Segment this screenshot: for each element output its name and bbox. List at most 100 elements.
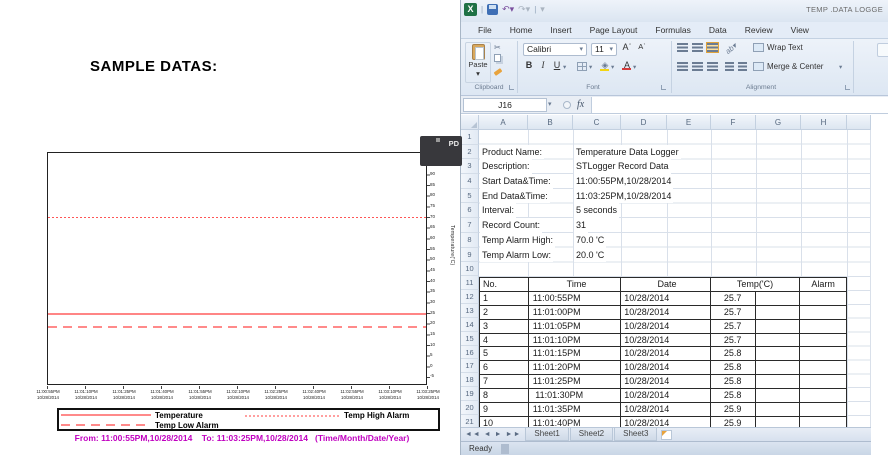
cell-alarm[interactable] [800,389,846,402]
cell-no[interactable]: 5 [480,347,529,360]
cell-temp[interactable]: 25.7 [711,334,756,347]
cell-empty[interactable] [756,375,801,388]
ribbon-tab[interactable]: Formulas [646,23,699,38]
formula-input[interactable] [591,97,888,113]
ribbon-tab[interactable]: Review [736,23,782,38]
column-header[interactable]: F [711,115,756,130]
cell-temp[interactable]: 25.8 [711,347,756,360]
italic-button[interactable]: I [537,60,549,70]
cell-empty[interactable] [756,292,801,305]
column-header[interactable]: B [528,115,573,130]
chevron-down-icon[interactable]: ▾ [548,100,552,108]
insert-worksheet-icon[interactable] [661,430,672,440]
ribbon-tab[interactable]: Home [501,23,542,38]
cell-no[interactable]: 6 [480,361,529,374]
cell-date[interactable]: 10/28/2014 [621,320,711,333]
font-dialog-launcher[interactable] [661,85,666,90]
ribbon-tab[interactable]: Insert [541,23,580,38]
bold-button[interactable]: B [523,60,535,70]
cell-alarm[interactable] [800,292,846,305]
fill-color-button[interactable]: ◈ [599,60,611,71]
cell-empty[interactable] [756,403,801,416]
cell-time[interactable]: 11:00:55PM [529,292,622,305]
cell-time[interactable]: 11:01:25PM [529,375,622,388]
font-size-combo[interactable]: 11▾ [591,43,617,56]
chevron-down-icon[interactable]: ▾ [839,63,842,71]
cell-time[interactable]: 11:01:10PM [529,334,622,347]
orientation-button[interactable]: ab▾ [724,41,739,56]
row-header[interactable]: 1 [461,130,479,145]
cell-temp[interactable]: 25.8 [711,375,756,388]
chevron-down-icon[interactable]: ▾ [611,63,614,71]
cell-temp[interactable]: 25.7 [711,320,756,333]
row-header[interactable]: 11 [461,276,479,290]
cell-empty[interactable] [756,417,801,427]
cell-no[interactable]: 3 [480,320,529,333]
sheet-tab[interactable]: Sheet1 [525,428,568,441]
customize-qat-icon[interactable]: ▾ [540,4,545,15]
merge-center-button[interactable]: Merge & Center [767,62,823,71]
clipped-ribbon-button[interactable] [877,43,888,57]
cell-no[interactable]: 4 [480,334,529,347]
row-header[interactable]: 15 [461,332,479,346]
redo-icon[interactable]: ↷▾ [518,4,530,15]
cell-alarm[interactable] [800,306,846,319]
row-header[interactable]: 9 [461,248,479,263]
cell-time[interactable]: 11:01:35PM [529,403,622,416]
middle-align-button[interactable] [692,43,703,52]
cell-alarm[interactable] [800,320,846,333]
cell-alarm[interactable] [800,403,846,416]
table-row[interactable]: 6 11:01:20PM 10/28/2014 25.8 [480,361,846,375]
row-header[interactable]: 19 [461,387,479,401]
excel-logo-icon[interactable]: X [464,3,477,16]
cell-date[interactable]: 10/28/2014 [621,306,711,319]
cell-date[interactable]: 10/28/2014 [621,334,711,347]
name-box[interactable]: J16 [463,98,547,112]
table-row[interactable]: 9 11:01:35PM 10/28/2014 25.9 [480,403,846,417]
increase-indent-button[interactable] [738,62,747,71]
chevron-down-icon[interactable]: ▾ [563,63,566,71]
cell-alarm[interactable] [800,417,846,427]
font-color-button[interactable]: A [621,60,633,70]
row-header[interactable]: 18 [461,373,479,387]
table-row[interactable]: 7 11:01:25PM 10/28/2014 25.8 [480,375,846,389]
select-all-corner[interactable] [461,115,479,130]
cell-alarm[interactable] [800,347,846,360]
bottom-align-button[interactable] [707,43,718,52]
cell-empty[interactable] [756,320,801,333]
ribbon-tab[interactable]: Page Layout [581,23,647,38]
fx-icon[interactable]: fx [577,99,584,110]
cell-no[interactable]: 8 [480,389,529,402]
undo-icon[interactable]: ↶▾ [502,4,514,15]
cell-no[interactable]: 7 [480,375,529,388]
table-row[interactable]: 8 11:01:30PM 10/28/2014 25.8 [480,389,846,403]
borders-button[interactable] [577,62,587,71]
sheet-nav-buttons[interactable]: ◄◄ ◄ ► ►► [461,431,525,438]
column-header[interactable]: C [573,115,621,130]
row-header[interactable]: 20 [461,401,479,415]
row-header[interactable]: 10 [461,262,479,276]
cell-empty[interactable] [756,389,801,402]
font-name-combo[interactable]: Calibri▾ [523,43,587,56]
cell-time[interactable]: 11:01:15PM [529,347,622,360]
row-header[interactable]: 7 [461,218,479,233]
row-header[interactable]: 16 [461,346,479,360]
sheet-tab[interactable]: Sheet3 [614,428,657,441]
column-header[interactable]: H [801,115,847,130]
cell-temp[interactable]: 25.7 [711,292,756,305]
cell-empty[interactable] [756,361,801,374]
table-row[interactable]: 10 11:01:40PM 10/28/2014 25.9 [480,417,846,427]
grid[interactable]: Product Name: Temperature Data Logger De… [479,130,871,427]
copy-button[interactable] [494,54,514,66]
column-header-partial[interactable] [847,115,871,130]
chevron-down-icon[interactable]: ▾ [633,63,636,71]
row-header[interactable]: 5 [461,189,479,204]
cell-temp[interactable]: 25.9 [711,417,756,427]
row-header[interactable]: 4 [461,174,479,189]
row-header[interactable]: 8 [461,233,479,248]
alignment-dialog-launcher[interactable] [845,85,850,90]
cell-temp[interactable]: 25.9 [711,403,756,416]
cell-empty[interactable] [756,334,801,347]
table-row[interactable]: 3 11:01:05PM 10/28/2014 25.7 [480,320,846,334]
ribbon-tab[interactable]: File [469,23,501,38]
